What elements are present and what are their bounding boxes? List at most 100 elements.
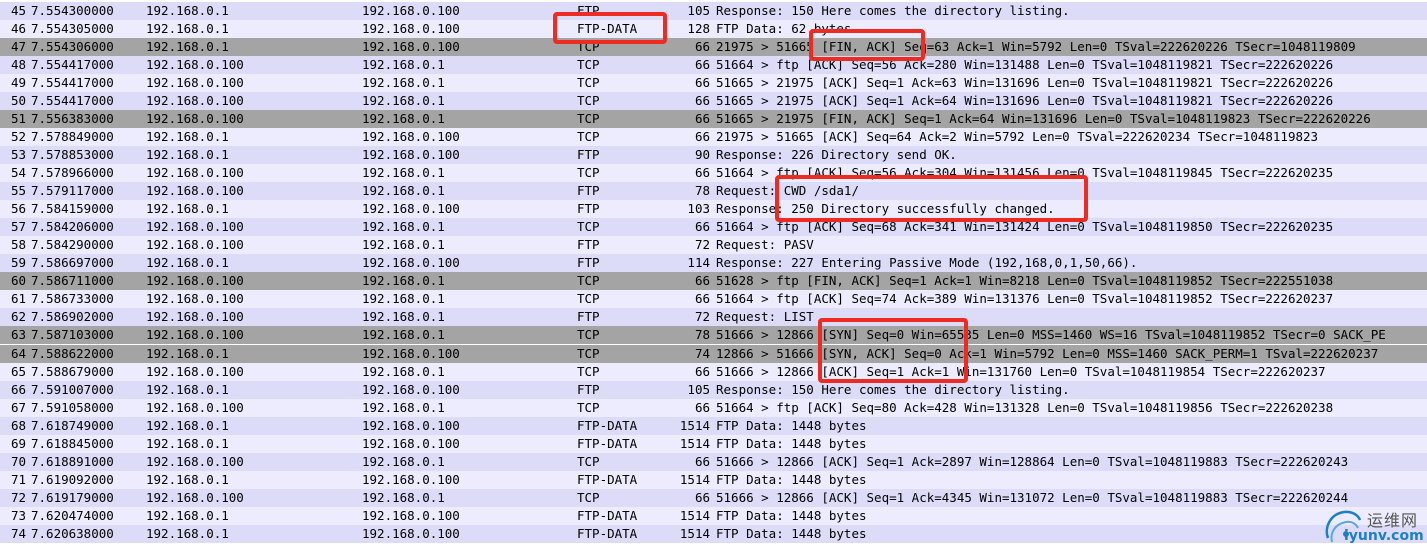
packet-length: 66 — [694, 400, 710, 415]
packet-row[interactable]: 65 7.588679000 192.168.0.100 192.168.0.1 TCP… — [0, 363, 1427, 381]
packet-row[interactable]: 57 7.584206000 192.168.0.100 192.168.0.1 TCP… — [0, 218, 1427, 236]
packet-protocol: TCP — [577, 346, 600, 361]
packet-info: 21975 > 51665 [ACK] Seq=64 Ack=2 Win=579… — [716, 129, 1319, 144]
packet-row[interactable]: 67 7.591058000 192.168.0.100 192.168.0.1 TCP… — [0, 399, 1427, 417]
packet-info: FTP Data: 1448 bytes — [716, 418, 867, 433]
packet-row[interactable]: 68 7.618749000 192.168.0.1 192.168.0.100 FTP… — [0, 417, 1427, 435]
packet-protocol: FTP — [577, 3, 600, 18]
packet-row[interactable]: 74 7.620638000 192.168.0.1 192.168.0.100 FTP… — [0, 525, 1427, 543]
packet-destination: 192.168.0.100 — [362, 39, 460, 54]
packet-info: 51664 > ftp [ACK] Seq=68 Ack=341 Win=131… — [716, 219, 1334, 234]
packet-row[interactable]: 66 7.591007000 192.168.0.1 192.168.0.100 FTP… — [0, 381, 1427, 399]
packet-info: 51664 > ftp [ACK] Seq=56 Ack=304 Win=131… — [716, 165, 1334, 180]
packet-protocol: TCP — [577, 111, 600, 126]
packet-info: 51666 > 12866 [ACK] Seq=1 Ack=1 Win=1317… — [716, 364, 1326, 379]
packet-protocol: TCP — [577, 400, 600, 415]
packet-row[interactable]: 63 7.587103000 192.168.0.100 192.168.0.1 TCP… — [0, 326, 1427, 344]
packet-source: 192.168.0.100 — [146, 165, 244, 180]
packet-info: Response: 250 Directory successfully cha… — [716, 201, 1055, 216]
packet-source: 192.168.0.1 — [146, 147, 229, 162]
packet-row[interactable]: 52 7.578849000 192.168.0.1 192.168.0.100 TCP… — [0, 128, 1427, 146]
packet-length: 66 — [694, 454, 710, 469]
packet-time: 7.620474000 — [31, 508, 114, 523]
packet-length: 66 — [694, 219, 710, 234]
packet-row[interactable]: 61 7.586733000 192.168.0.100 192.168.0.1 TCP… — [0, 290, 1427, 308]
packet-row[interactable]: 64 7.588622000 192.168.0.1 192.168.0.100 TCP… — [0, 344, 1427, 363]
packet-length: 78 — [694, 327, 710, 342]
packet-info: FTP Data: 62 bytes — [716, 21, 852, 36]
packet-destination: 192.168.0.100 — [362, 526, 460, 541]
packet-source: 192.168.0.1 — [146, 3, 229, 18]
packet-number: 65 — [10, 364, 26, 379]
packet-row[interactable]: 45 7.554300000 192.168.0.1 192.168.0.100 FTP… — [0, 2, 1427, 20]
packet-row[interactable]: 71 7.619092000 192.168.0.1 192.168.0.100 FTP… — [0, 471, 1427, 489]
packet-source: 192.168.0.100 — [146, 93, 244, 108]
packet-time: 7.619179000 — [31, 490, 114, 505]
packet-destination: 192.168.0.1 — [362, 309, 445, 324]
packet-row[interactable]: 50 7.554417000 192.168.0.100 192.168.0.1 TCP… — [0, 92, 1427, 110]
packet-info: 51665 > 21975 [FIN, ACK] Seq=1 Ack=64 Wi… — [716, 111, 1371, 126]
packet-row[interactable]: 53 7.578853000 192.168.0.1 192.168.0.100 FTP… — [0, 146, 1427, 164]
packet-info: Request: PASV — [716, 237, 814, 252]
packet-length: 66 — [694, 57, 710, 72]
packet-info: 51664 > ftp [ACK] Seq=80 Ack=428 Win=131… — [716, 400, 1334, 415]
packet-length: 1514 — [679, 418, 710, 433]
packet-destination: 192.168.0.1 — [362, 364, 445, 379]
packet-row[interactable]: 54 7.578966000 192.168.0.100 192.168.0.1 TCP… — [0, 164, 1427, 182]
packet-time: 7.556383000 — [31, 111, 114, 126]
packet-length: 1514 — [679, 526, 710, 541]
packet-number: 56 — [10, 201, 26, 216]
packet-protocol: TCP — [577, 39, 600, 54]
packet-row[interactable]: 59 7.586697000 192.168.0.1 192.168.0.100 FTP… — [0, 254, 1427, 272]
packet-number: 60 — [10, 273, 26, 288]
packet-protocol: FTP — [577, 237, 600, 252]
packet-destination: 192.168.0.100 — [362, 436, 460, 451]
packet-info: 51665 > 21975 [ACK] Seq=1 Ack=63 Win=131… — [716, 75, 1334, 90]
packet-source: 192.168.0.100 — [146, 490, 244, 505]
packet-source: 192.168.0.1 — [146, 382, 229, 397]
packet-source: 192.168.0.100 — [146, 75, 244, 90]
packet-number: 72 — [10, 490, 26, 505]
packet-length: 66 — [694, 75, 710, 90]
packet-length: 128 — [687, 21, 710, 36]
packet-time: 7.591007000 — [31, 382, 114, 397]
packet-time: 7.554417000 — [31, 93, 114, 108]
packet-source: 192.168.0.100 — [146, 273, 244, 288]
packet-row[interactable]: 48 7.554417000 192.168.0.100 192.168.0.1 TCP… — [0, 56, 1427, 74]
packet-length: 66 — [694, 39, 710, 54]
packet-protocol: FTP — [577, 183, 600, 198]
packet-info: 21975 > 51665 [FIN, ACK] Seq=63 Ack=1 Wi… — [716, 39, 1356, 54]
packet-number: 71 — [10, 472, 26, 487]
packet-number: 66 — [10, 382, 26, 397]
packet-time: 7.586697000 — [31, 255, 114, 270]
packet-row[interactable]: 73 7.620474000 192.168.0.1 192.168.0.100 FTP… — [0, 507, 1427, 525]
packet-row[interactable]: 51 7.556383000 192.168.0.100 192.168.0.1 TCP… — [0, 110, 1427, 128]
packet-destination: 192.168.0.100 — [362, 201, 460, 216]
packet-row[interactable]: 46 7.554305000 192.168.0.1 192.168.0.100 FTP… — [0, 20, 1427, 38]
watermark: 运维网 iyunv.com — [1322, 504, 1424, 549]
packet-protocol: TCP — [577, 75, 600, 90]
watermark-url: iyunv.com — [1344, 528, 1424, 544]
packet-protocol: TCP — [577, 454, 600, 469]
packet-row[interactable]: 55 7.579117000 192.168.0.100 192.168.0.1 FTP… — [0, 182, 1427, 200]
packet-time: 7.554300000 — [31, 3, 114, 18]
packet-destination: 192.168.0.1 — [362, 400, 445, 415]
packet-info: FTP Data: 1448 bytes — [716, 436, 867, 451]
packet-number: 54 — [10, 165, 26, 180]
packet-row[interactable]: 56 7.584159000 192.168.0.1 192.168.0.100 FTP… — [0, 200, 1427, 218]
packet-row[interactable]: 70 7.618891000 192.168.0.100 192.168.0.1 TCP… — [0, 453, 1427, 471]
packet-row[interactable]: 49 7.554417000 192.168.0.100 192.168.0.1 TCP… — [0, 74, 1427, 92]
packet-row[interactable]: 72 7.619179000 192.168.0.100 192.168.0.1 TCP… — [0, 489, 1427, 507]
packet-length: 105 — [687, 382, 710, 397]
packet-source: 192.168.0.1 — [146, 436, 229, 451]
packet-row[interactable]: 62 7.586902000 192.168.0.100 192.168.0.1 FTP… — [0, 308, 1427, 326]
packet-info: 51665 > 21975 [ACK] Seq=1 Ack=64 Win=131… — [716, 93, 1334, 108]
packet-length: 1514 — [679, 436, 710, 451]
packet-row[interactable]: 47 7.554306000 192.168.0.1 192.168.0.100 TCP… — [0, 38, 1427, 56]
packet-row[interactable]: 69 7.618845000 192.168.0.1 192.168.0.100 FTP… — [0, 435, 1427, 453]
packet-row[interactable]: 60 7.586711000 192.168.0.100 192.168.0.1 TCP… — [0, 272, 1427, 290]
packet-info: FTP Data: 1448 bytes — [716, 508, 867, 523]
packet-protocol: TCP — [577, 364, 600, 379]
packet-row[interactable]: 58 7.584290000 192.168.0.100 192.168.0.1 FTP… — [0, 236, 1427, 254]
packet-source: 192.168.0.100 — [146, 309, 244, 324]
